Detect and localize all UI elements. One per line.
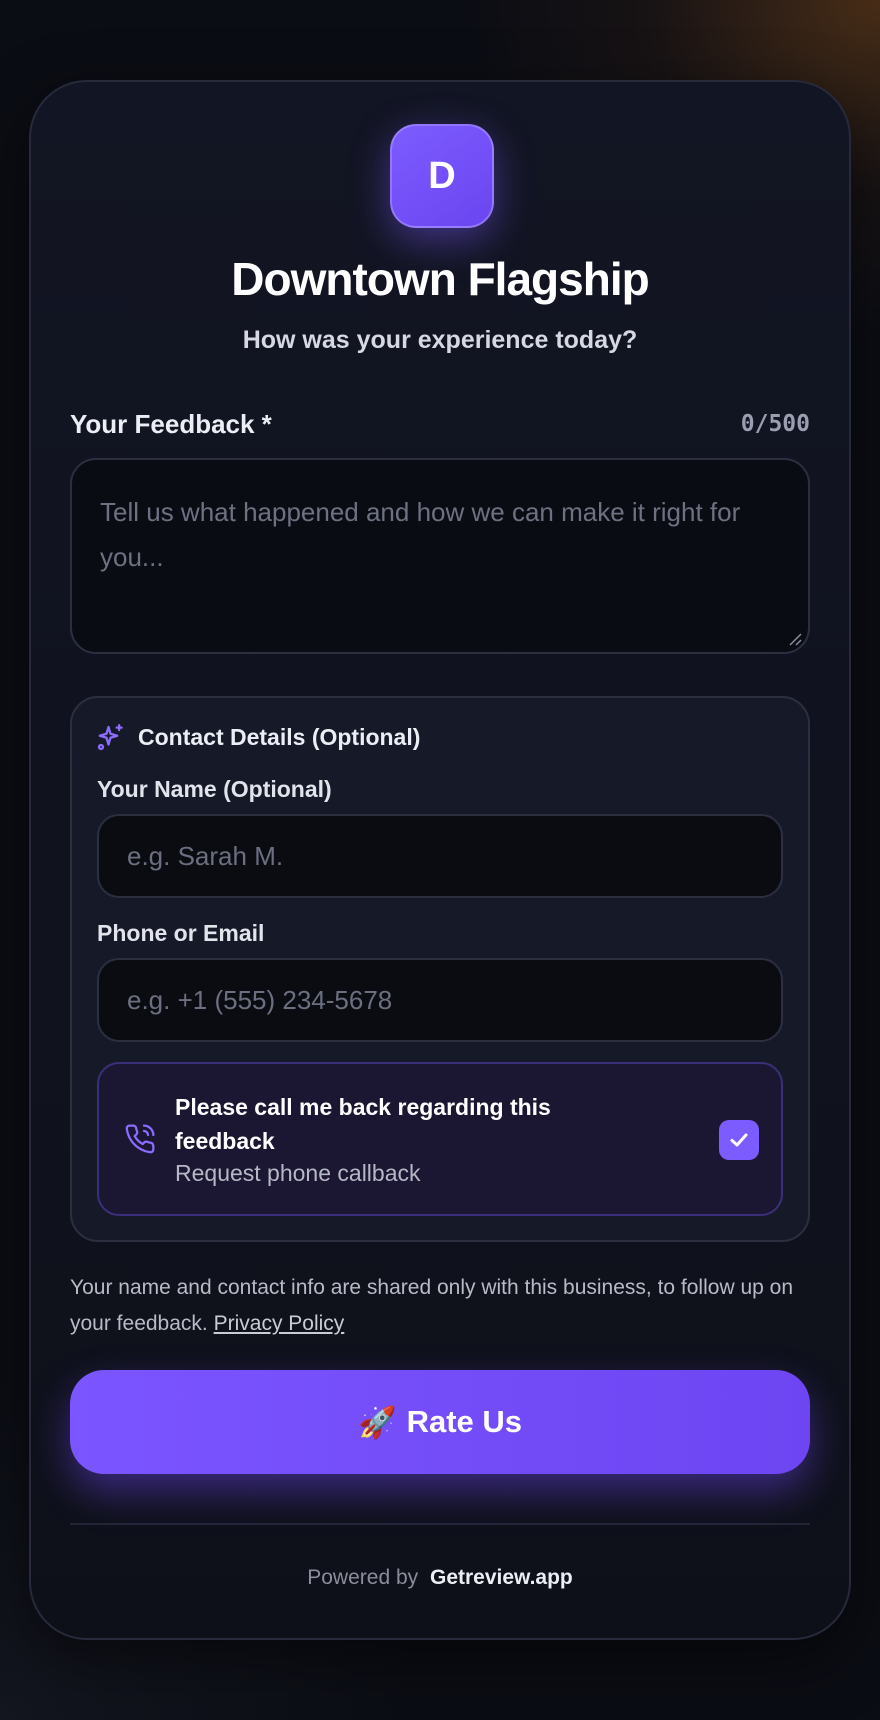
checkmark-icon xyxy=(730,1133,748,1147)
privacy-policy-link[interactable]: Privacy Policy xyxy=(214,1312,345,1335)
feedback-textarea[interactable] xyxy=(72,460,808,652)
feedback-card: D Downtown Flagship How was your experie… xyxy=(29,80,851,1640)
callback-title: Please call me back regarding this feedb… xyxy=(175,1094,551,1154)
privacy-notice: Your name and contact info are shared on… xyxy=(70,1270,810,1342)
experience-prompt: How was your experience today? xyxy=(242,326,638,354)
phone-email-label: Phone or Email xyxy=(97,920,265,946)
name-label: Your Name (Optional) xyxy=(97,776,332,802)
contact-details-title: Contact Details (Optional) xyxy=(138,723,421,750)
name-input[interactable] xyxy=(99,816,781,896)
powered-by-text: Powered by xyxy=(307,1566,419,1589)
feedback-label: Your Feedback * xyxy=(70,409,272,439)
phone-email-field xyxy=(97,958,783,1042)
callback-subtitle: Request phone callback xyxy=(175,1160,421,1186)
callback-checkbox[interactable] xyxy=(719,1120,759,1160)
phone-email-input[interactable] xyxy=(99,960,781,1040)
privacy-text: Your name and contact info are shared on… xyxy=(70,1276,793,1335)
rocket-icon: 🚀 xyxy=(357,1404,397,1440)
logo-letter: D xyxy=(428,154,456,197)
callback-option[interactable]: Please call me back regarding this feedb… xyxy=(97,1062,783,1216)
business-name: Downtown Flagship xyxy=(231,253,649,305)
footer-divider xyxy=(70,1523,810,1525)
contact-details-section: Contact Details (Optional) Your Name (Op… xyxy=(70,696,810,1242)
character-counter: 0/500 xyxy=(740,411,810,437)
powered-by-brand[interactable]: Getreview.app xyxy=(430,1566,573,1589)
feedback-field xyxy=(70,458,810,654)
name-field xyxy=(97,814,783,898)
powered-by-footer: Powered by Getreview.app xyxy=(31,1566,849,1590)
sparkles-icon xyxy=(97,724,123,751)
resize-handle-icon[interactable] xyxy=(788,632,802,646)
business-logo: D xyxy=(390,124,494,228)
rate-us-button[interactable]: 🚀 Rate Us xyxy=(70,1370,810,1474)
rate-us-label: Rate Us xyxy=(406,1404,523,1439)
contact-details-header: Contact Details (Optional) xyxy=(96,722,420,752)
phone-icon xyxy=(125,1124,155,1154)
